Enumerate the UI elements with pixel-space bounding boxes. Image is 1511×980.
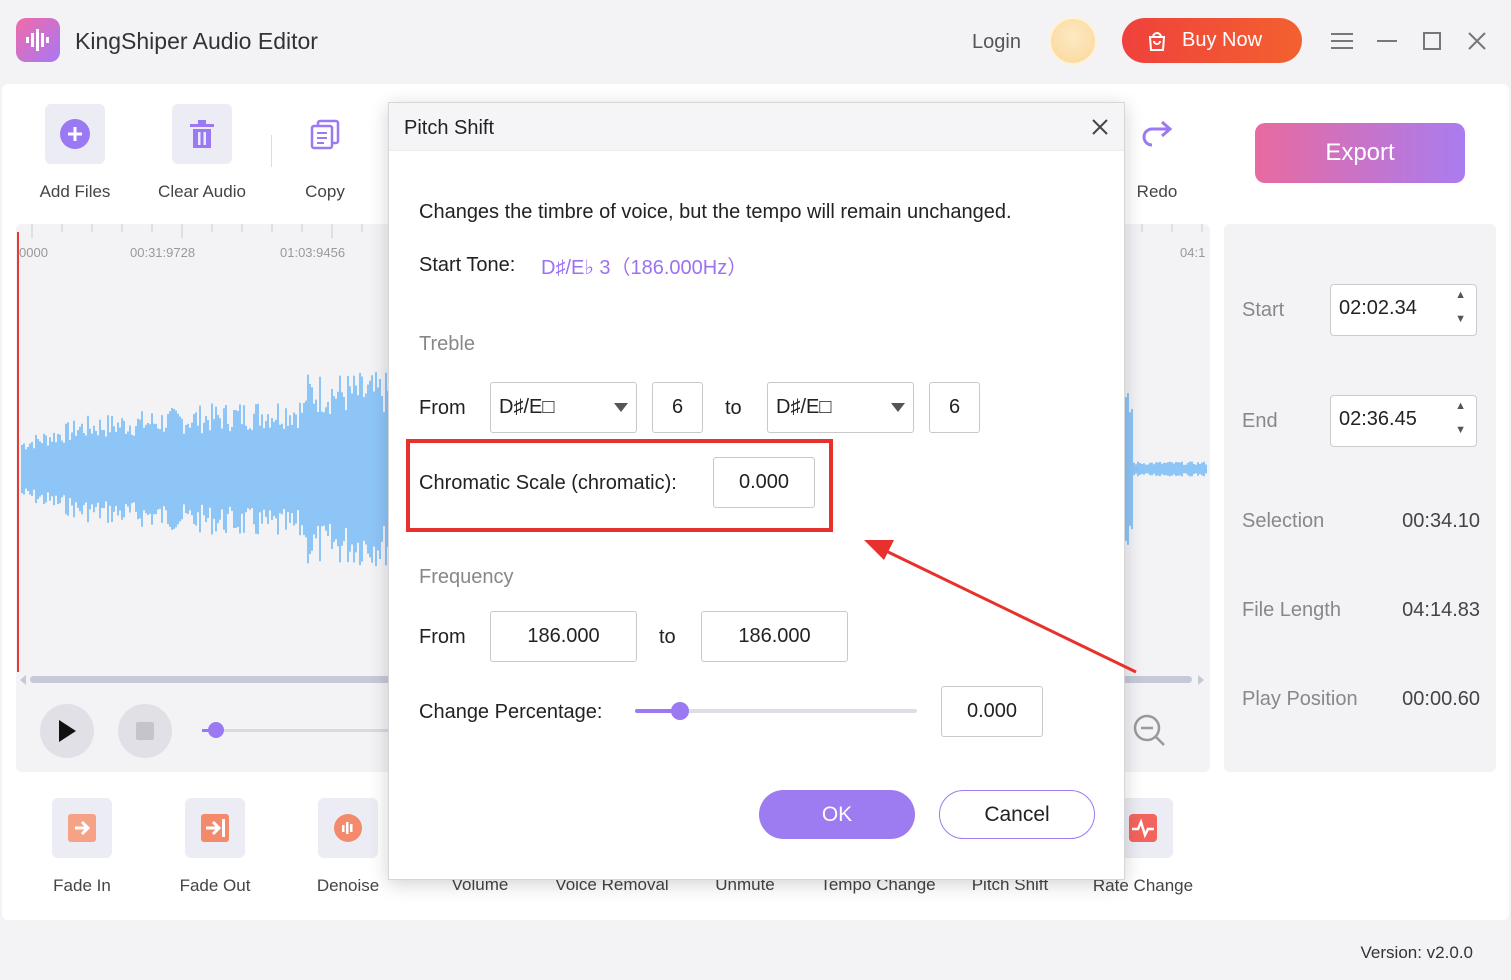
- buy-now-label: Buy Now: [1182, 29, 1263, 51]
- clear-audio-label: Clear Audio: [158, 182, 246, 201]
- fade-in-button[interactable]: Fade In: [17, 798, 147, 896]
- frequency-to-input[interactable]: 186.000: [701, 611, 848, 662]
- volume-slider-handle[interactable]: [208, 722, 224, 738]
- chromatic-scale-input[interactable]: 0.000: [713, 457, 815, 508]
- dialog-header: Pitch Shift: [389, 103, 1124, 151]
- add-files-icon: [45, 104, 105, 164]
- add-files-button[interactable]: Add Files: [20, 104, 130, 202]
- treble-to-label: to: [725, 397, 742, 419]
- shopping-bag-icon: [1148, 31, 1166, 51]
- selection-label: Selection: [1242, 510, 1325, 532]
- fade-in-label: Fade In: [53, 876, 111, 895]
- end-label: End: [1242, 410, 1278, 432]
- end-time-value: 02:36.45: [1339, 408, 1417, 430]
- scroll-right-icon[interactable]: [1196, 674, 1206, 686]
- dialog-title: Pitch Shift: [404, 117, 495, 139]
- export-button[interactable]: Export: [1255, 123, 1465, 183]
- change-percentage-slider-handle[interactable]: [671, 702, 689, 720]
- file-length-label: File Length: [1242, 599, 1341, 621]
- maximize-icon[interactable]: [1417, 26, 1447, 56]
- app-logo-icon: [16, 18, 60, 62]
- start-decrement-icon[interactable]: ▼: [1455, 313, 1466, 325]
- stop-icon: [136, 722, 154, 740]
- playhead[interactable]: [17, 232, 19, 672]
- redo-icon: [1127, 104, 1187, 164]
- ok-button[interactable]: OK: [759, 790, 915, 839]
- end-time-input[interactable]: 02:36.45 ▲ ▼: [1330, 395, 1477, 447]
- file-length-value: 04:14.83: [1402, 599, 1480, 621]
- start-increment-icon[interactable]: ▲: [1455, 289, 1466, 301]
- copy-label: Copy: [305, 182, 345, 201]
- start-time-value: 02:02.34: [1339, 297, 1417, 319]
- scroll-left-icon[interactable]: [18, 674, 28, 686]
- denoise-icon: [318, 798, 378, 858]
- close-dialog-icon[interactable]: [1090, 117, 1110, 137]
- play-position-value: 00:00.60: [1402, 688, 1480, 710]
- cancel-button[interactable]: Cancel: [939, 790, 1095, 839]
- dialog-description: Changes the timbre of voice, but the tem…: [419, 201, 1012, 223]
- frequency-to-label: to: [659, 626, 676, 648]
- treble-from-note-select[interactable]: D♯/E□: [490, 382, 637, 433]
- login-link[interactable]: Login: [972, 31, 1021, 54]
- volume-track[interactable]: [202, 729, 402, 732]
- start-tone-label: Start Tone:: [419, 254, 516, 276]
- ruler-tick-3: 04:1: [1180, 245, 1206, 260]
- version-label: Version: v2.0.0: [1360, 943, 1473, 962]
- treble-section-label: Treble: [419, 333, 475, 355]
- chromatic-scale-label: Chromatic Scale (chromatic):: [419, 472, 677, 494]
- fade-out-icon: [185, 798, 245, 858]
- pitch-shift-dialog: Pitch Shift Changes the timbre of voice,…: [388, 102, 1125, 880]
- ruler-tick-1: 00:31:9728: [130, 245, 196, 260]
- start-tone-value: D♯/E♭ 3（186.000Hz）: [541, 257, 748, 279]
- stop-button[interactable]: [118, 704, 172, 758]
- treble-to-octave-input[interactable]: 6: [929, 382, 980, 433]
- buy-now-button[interactable]: Buy Now: [1122, 18, 1302, 63]
- annotation-arrow-icon: [864, 540, 1137, 674]
- fade-in-icon: [52, 798, 112, 858]
- selection-value: 00:34.10: [1402, 510, 1480, 532]
- treble-to-note-select[interactable]: D♯/E□: [767, 382, 914, 433]
- play-button[interactable]: [40, 704, 94, 758]
- change-percentage-label: Change Percentage:: [419, 701, 603, 723]
- play-position-label: Play Position: [1242, 688, 1358, 710]
- ruler-tick-0: 0000: [19, 245, 48, 260]
- start-label: Start: [1242, 299, 1285, 321]
- treble-to-note-value: D♯/E□: [776, 396, 832, 418]
- app-title: KingShiper Audio Editor: [75, 28, 318, 54]
- avatar[interactable]: [1049, 17, 1097, 65]
- clear-audio-button[interactable]: Clear Audio: [147, 104, 257, 202]
- chevron-down-icon: [891, 403, 905, 412]
- end-increment-icon[interactable]: ▲: [1455, 400, 1466, 412]
- chevron-down-icon: [614, 403, 628, 412]
- frequency-from-label: From: [419, 626, 466, 648]
- treble-from-note-value: D♯/E□: [499, 396, 555, 418]
- fade-out-button[interactable]: Fade Out: [150, 798, 280, 896]
- zoom-out-icon[interactable]: [1133, 714, 1167, 748]
- frequency-section-label: Frequency: [419, 566, 514, 588]
- add-files-label: Add Files: [39, 182, 111, 201]
- title-bar: KingShiper Audio Editor Login Buy Now: [0, 0, 1511, 82]
- change-percentage-input[interactable]: 0.000: [941, 686, 1043, 737]
- fade-out-label: Fade Out: [179, 876, 251, 895]
- minimize-icon[interactable]: [1372, 26, 1402, 56]
- copy-button[interactable]: Copy: [270, 104, 380, 202]
- close-window-icon[interactable]: [1462, 26, 1492, 56]
- end-decrement-icon[interactable]: ▼: [1455, 424, 1466, 436]
- play-icon: [59, 720, 76, 742]
- treble-from-octave-input[interactable]: 6: [652, 382, 703, 433]
- start-time-input[interactable]: 02:02.34 ▲ ▼: [1330, 284, 1477, 336]
- copy-icon: [295, 104, 355, 164]
- selection-panel: Start 02:02.34 ▲ ▼ End 02:36.45 ▲ ▼ Sele…: [1224, 224, 1496, 772]
- treble-from-label: From: [419, 397, 466, 419]
- menu-icon[interactable]: [1327, 26, 1357, 56]
- trash-icon: [172, 104, 232, 164]
- frequency-from-input[interactable]: 186.000: [490, 611, 637, 662]
- ruler-tick-2: 01:03:9456: [280, 245, 346, 260]
